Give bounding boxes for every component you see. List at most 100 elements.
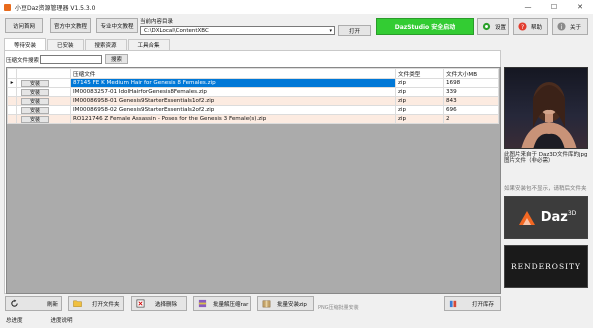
about-label: 关于	[570, 24, 582, 31]
dir-label: 当前内容目录	[140, 19, 174, 25]
column-header-action[interactable]	[16, 68, 71, 79]
close-button[interactable]: ✕	[567, 0, 593, 14]
file-type-cell: zip	[395, 96, 444, 106]
library-icon	[449, 299, 458, 308]
sidebar: 此图片来自于 Daz3D文件库的jpg图片文件（非必需） 如果安装包不显示，请稍…	[504, 67, 589, 288]
install-button[interactable]: 安装	[21, 97, 49, 105]
renderosity-logo-text: RENDEROSITY	[510, 262, 582, 271]
tab-pending[interactable]: 等待安装	[4, 38, 47, 50]
visit-home-button[interactable]: 访问首网	[5, 18, 43, 33]
svg-text:i: i	[561, 24, 563, 31]
about-button[interactable]: i 关于	[552, 18, 588, 35]
open-button[interactable]: 打开	[338, 25, 371, 36]
minimize-button[interactable]: —	[515, 0, 541, 14]
help-button[interactable]: ? 帮助	[513, 18, 548, 35]
file-size-cell: 1698	[443, 78, 499, 88]
batch-extract-button[interactable]: 批量解压缩rar	[193, 296, 251, 311]
table-row[interactable]: ▸ 安装 87145 FE K Medium Hair for Genesis …	[7, 78, 499, 88]
table-row[interactable]: 安装 IM00086958-01 Genesis9StarterEssentia…	[7, 96, 499, 106]
batch-install-button[interactable]: 批量安装zip	[257, 296, 314, 311]
app-icon	[4, 3, 11, 11]
file-size-cell: 339	[443, 87, 499, 97]
install-button[interactable]: 安装	[21, 88, 49, 96]
row-selector[interactable]	[7, 105, 17, 115]
preview-image[interactable]	[504, 67, 588, 149]
file-name-cell[interactable]: IM00086958-02 Genesis9StarterEssentials2…	[70, 105, 396, 115]
column-header-file[interactable]: 压缩文件	[70, 68, 396, 79]
window-title: 小豆Daz资源管理器 V1.5.3.0	[15, 4, 96, 12]
batch-delete-button[interactable]: 选择删除	[131, 296, 187, 311]
install-cell: 安装	[16, 96, 71, 106]
gear-icon	[482, 22, 491, 31]
install-button[interactable]: 安装	[21, 106, 49, 114]
table-row[interactable]: 安装 IM00083257-01 IdolHairforGenesis8Fema…	[7, 87, 499, 97]
chevron-down-icon: ▾	[329, 27, 332, 34]
column-header-size[interactable]: 文件大小MB	[443, 68, 499, 79]
tab-tools[interactable]: 工具合集	[127, 39, 170, 50]
daz-swirl-icon	[518, 210, 535, 225]
row-selector[interactable]: ▸	[7, 78, 17, 88]
dir-value: C:\DXLocal\ContentXBC	[144, 27, 209, 34]
install-button[interactable]: 安装	[21, 115, 49, 123]
file-name-cell[interactable]: 87145 FE K Medium Hair for Genesis 8 Fem…	[70, 78, 396, 88]
install-button[interactable]: 安装	[21, 79, 49, 87]
file-size-cell: 843	[443, 96, 499, 106]
settings-button[interactable]: 设置	[477, 18, 509, 35]
file-size-cell: 696	[443, 105, 499, 115]
content-dir-select[interactable]: C:\DXLocal\ContentXBC ▾	[140, 26, 335, 35]
svg-text:?: ?	[521, 24, 524, 31]
batch-install-label: 批量安装zip	[277, 301, 307, 308]
file-name-cell[interactable]: IM00086958-01 Genesis9StarterEssentials1…	[70, 96, 396, 106]
table-row[interactable]: 安装 RO121746 Z Female Assassin - Poses fo…	[7, 114, 499, 124]
settings-label: 设置	[495, 24, 507, 31]
row-selector[interactable]	[7, 114, 17, 124]
delete-icon	[136, 299, 145, 308]
refresh-icon	[10, 299, 19, 308]
install-cell: 安装	[16, 114, 71, 124]
file-name-cell[interactable]: IM00083257-01 IdolHairforGenesis8Females…	[70, 87, 396, 97]
file-type-cell: zip	[395, 87, 444, 97]
preview-caption: 此图片来自于 Daz3D文件库的jpg图片文件（非必需）	[504, 152, 588, 164]
daz-logo-sup: 3D	[567, 210, 577, 217]
renderosity-logo[interactable]: RENDEROSITY	[504, 245, 588, 288]
file-table: 压缩文件 文件类型 文件大小MB ▸ 安装 87145 FE K Medium …	[7, 68, 499, 124]
row-selector[interactable]	[7, 96, 17, 106]
open-library-button[interactable]: 打开库存	[444, 296, 501, 311]
maximize-button[interactable]: ☐	[541, 0, 567, 14]
official-tutorial-button[interactable]: 官方中文教程	[50, 18, 91, 33]
tab-installed[interactable]: 已安装	[47, 39, 84, 50]
file-grid[interactable]: 压缩文件 文件类型 文件大小MB ▸ 安装 87145 FE K Medium …	[6, 67, 501, 294]
daz3d-logo[interactable]: Daz 3D	[504, 196, 588, 239]
file-type-cell: zip	[395, 78, 444, 88]
status-total-progress: 总进度	[6, 318, 23, 324]
search-input[interactable]	[40, 55, 102, 64]
file-type-cell: zip	[395, 114, 444, 124]
open-folder-button[interactable]: 打开文件夹	[68, 296, 124, 311]
pro-tutorial-button[interactable]: 专业中文教程	[96, 18, 138, 33]
tab-bar: 等待安装 已安装 搜索资源 工具合集	[4, 38, 171, 50]
search-button[interactable]: 搜索	[105, 54, 128, 64]
row-selector[interactable]	[7, 87, 17, 97]
install-cell: 安装	[16, 87, 71, 97]
open-folder-label: 打开文件夹	[92, 301, 120, 308]
file-size-cell: 2	[443, 114, 499, 124]
batch-hint: PNG压缩批量安装	[318, 305, 359, 311]
file-name-cell[interactable]: RO121746 Z Female Assassin - Poses for t…	[70, 114, 396, 124]
folder-icon	[73, 299, 82, 308]
row-pointer-icon: ▸	[10, 80, 14, 86]
table-row[interactable]: 安装 IM00086958-02 Genesis9StarterEssentia…	[7, 105, 499, 115]
refresh-button[interactable]: 刷新	[5, 296, 62, 311]
batch-delete-label: 选择删除	[155, 301, 178, 308]
batch-extract-label: 批量解压缩rar	[213, 301, 249, 308]
tab-search-resources[interactable]: 搜索资源	[84, 39, 127, 50]
status-progress-note: 进度说明	[50, 318, 73, 324]
start-daz-button[interactable]: DazStudio 安全启动	[376, 18, 474, 35]
install-cell: 安装	[16, 78, 71, 88]
open-library-label: 打开库存	[472, 301, 495, 308]
column-header-type[interactable]: 文件类型	[395, 68, 444, 79]
row-header-corner	[7, 68, 17, 79]
package-icon	[262, 299, 271, 308]
file-type-cell: zip	[395, 105, 444, 115]
daz-logo-text: Daz	[540, 210, 568, 225]
refresh-label: 刷新	[47, 301, 59, 308]
